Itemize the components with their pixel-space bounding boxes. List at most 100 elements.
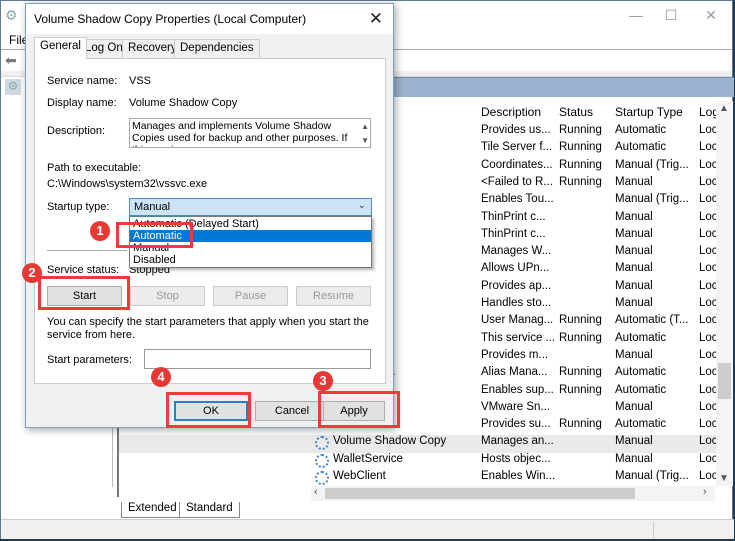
service-gear-icon [315,436,329,451]
cell-log: Loc [699,314,718,327]
horizontal-scroll-thumb[interactable] [325,488,635,499]
vertical-scroll-thumb[interactable] [718,363,731,399]
cell-status: Running [559,366,602,379]
desc-scroll-up-icon[interactable]: ▲ [361,121,369,133]
cell-log: Loc [699,245,718,258]
dialog-title-bar: Volume Shadow Copy Properties (Local Com… [26,4,393,34]
cell-startup: Manual [615,400,653,413]
display-name-value: Volume Shadow Copy [129,97,238,109]
cell-description: Alias Mana... [481,366,548,379]
col-startup-type[interactable]: Startup Type [615,105,683,119]
tab-standard[interactable]: Standard [179,502,240,518]
path-value: C:\Windows\system32\vssvc.exe [47,178,208,190]
step-badge-2: 2 [22,263,42,283]
table-row[interactable]: WebClient Enables Win... Manual (Trig... Lo… [119,470,719,487]
start-params-input[interactable] [144,349,371,369]
minimize-button[interactable]: — [621,5,651,25]
cell-description: This service ... [481,331,556,344]
cell-log: Loc [699,141,718,154]
view-tabs: Extended Standard [117,501,734,519]
cell-status: Running [559,331,602,344]
scroll-left-icon[interactable]: ‹ [314,486,318,498]
startup-type-select[interactable]: Manual ⌄ [129,198,372,216]
step-badge-1: 1 [90,221,110,241]
separator [47,250,127,251]
cell-startup: Automatic [615,418,667,431]
vertical-scrollbar[interactable]: ▲ ▼ [716,101,733,486]
status-bar [1,519,734,539]
cell-startup: Automatic [615,124,667,136]
cell-description: Enables Win... [481,470,556,482]
dialog-title: Volume Shadow Copy Properties (Local Com… [34,12,307,26]
desc-scroll-down-icon[interactable]: ▼ [361,135,369,147]
description-label: Description: [47,125,106,137]
cell-log: Loc [699,418,718,431]
close-window-button[interactable]: ✕ [696,5,726,25]
cell-log: Loc [699,227,718,240]
cell-description: Coordinates... [481,158,553,171]
scroll-down-icon[interactable]: ▼ [719,473,729,484]
tab-dependencies[interactable]: Dependencies [174,39,260,58]
highlight-ok [166,392,251,428]
col-status[interactable]: Status [559,105,593,119]
highlight-automatic [116,222,193,248]
cell-log: Loc [699,210,718,223]
tab-general[interactable]: General [34,37,87,59]
option-disabled[interactable]: Disabled [130,254,371,266]
cell-description: <Failed to R... [481,175,553,188]
cell-startup: Manual [615,262,653,275]
service-status-label: Service status: [47,264,120,276]
cell-name: WebClient [333,470,386,482]
start-params-hint: You can specify the start parameters tha… [47,316,369,341]
cell-description: Provides ap... [481,279,552,292]
cell-startup: Manual [615,210,653,223]
cell-description: Provides m... [481,348,549,361]
cell-description: Handles sto... [481,297,552,309]
cell-log: Loc [699,175,718,188]
cell-status: Running [559,418,602,431]
stop-button[interactable]: Stop [130,286,205,306]
description-box[interactable]: Manages and implements Volume Shadow Cop… [129,118,371,148]
services-tree-icon[interactable]: ⚙ [5,79,21,95]
table-row[interactable]: Volume Shadow Copy Manages an... Manual Loc [119,435,719,453]
cell-description: Manages an... [481,435,554,448]
cell-log: Loc [699,366,718,379]
col-description[interactable]: Description [481,105,541,119]
pause-button[interactable]: Pause [213,286,288,306]
service-name-label: Service name: [47,75,118,87]
cell-description: Enables Tou... [481,193,554,206]
maximize-button[interactable]: ☐ [656,5,686,25]
horizontal-scrollbar[interactable]: ‹ › [311,486,715,501]
scroll-right-icon[interactable]: › [703,486,707,498]
cell-startup: Manual [615,227,653,240]
cell-status: Running [559,141,602,154]
cell-log: Loc [699,470,718,482]
cell-description: Allows UPn... [481,262,550,275]
cell-description: Provides su... [481,418,551,431]
cell-log: Loc [699,331,718,344]
dialog-close-icon[interactable]: ✕ [369,9,383,29]
table-row[interactable]: WalletService Hosts objec... Manual Loc [119,453,719,470]
startup-type-label: Startup type: [47,201,110,213]
cell-description: VMware Sn... [481,400,551,413]
resume-button[interactable]: Resume [296,286,371,306]
cell-description: ThinPrint c... [481,210,546,223]
general-panel: Service name: VSS Display name: Volume S… [34,58,386,384]
cell-log: Loc [699,435,718,448]
back-arrow-icon[interactable]: ⬅ [5,52,17,69]
cell-status: Running [559,175,602,188]
chevron-down-icon: ⌄ [357,200,366,211]
cell-log: Loc [699,348,718,361]
tab-extended[interactable]: Extended [121,502,184,518]
cell-startup: Manual [615,297,653,309]
scroll-up-icon[interactable]: ▲ [719,103,729,114]
cell-description: Tile Server f... [481,141,553,154]
highlight-start [38,276,130,310]
properties-dialog: Volume Shadow Copy Properties (Local Com… [25,3,394,428]
startup-type-value: Manual [134,201,171,213]
cell-startup: Manual (Trig... [615,193,689,206]
cell-startup: Manual [615,452,653,465]
cell-description: User Manag... [481,314,554,327]
cell-startup: Automatic [615,366,667,379]
cell-startup: Manual [615,435,653,448]
